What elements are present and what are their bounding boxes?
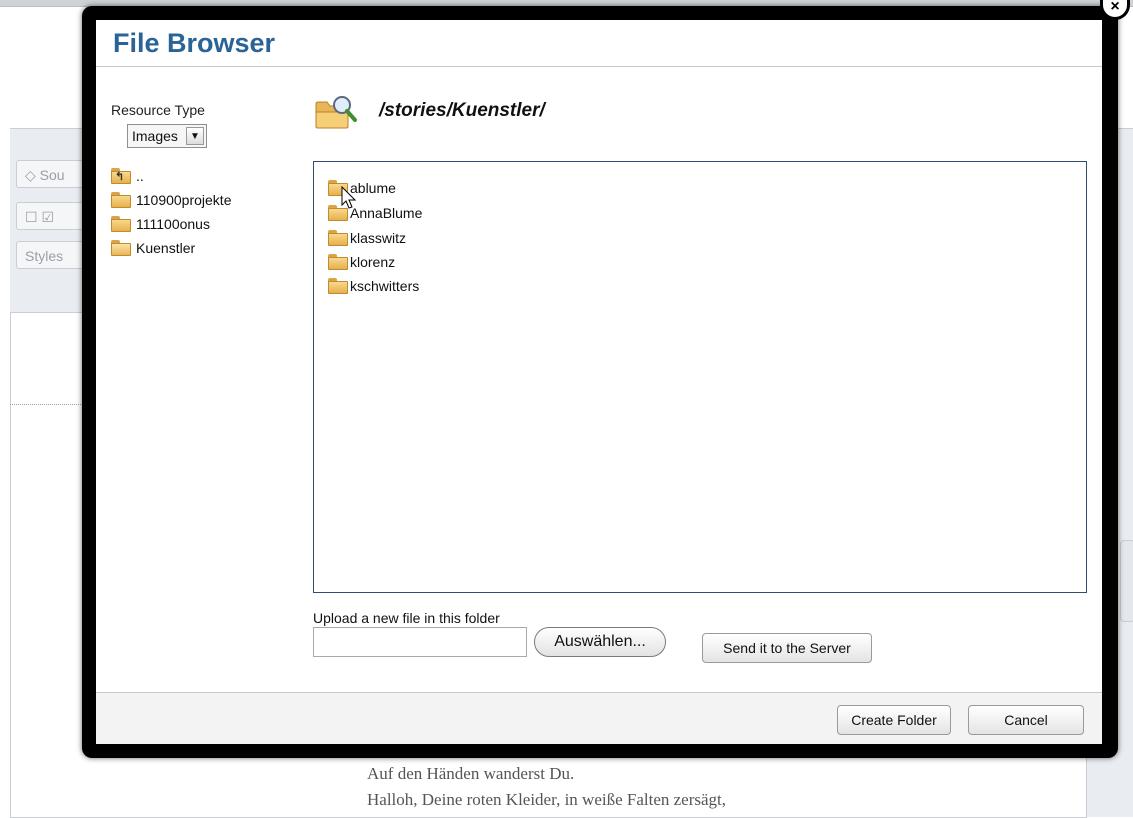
background-source-label: Sou — [39, 167, 65, 183]
folder-icon — [111, 192, 131, 208]
resource-type-select[interactable]: Images ▼ — [127, 124, 207, 148]
folder-icon — [111, 216, 131, 232]
tree-item-label: 110900projekte — [136, 192, 232, 208]
folder-tree: ↰ .. 110900projekte 111100onus Kuenstler — [111, 164, 231, 260]
tree-item-110900projekte[interactable]: 110900projekte — [111, 188, 231, 212]
tree-item-label: .. — [136, 168, 144, 184]
background-text-line: Halloh, Deine roten Kleider, in weiße Fa… — [367, 790, 727, 809]
folder-icon — [328, 278, 348, 294]
background-source-button[interactable]: ◇ Sou — [16, 160, 86, 188]
file-item-label: klorenz — [350, 254, 396, 270]
background-divider — [10, 404, 85, 405]
file-list[interactable]: ablume AnnaBlume klasswitz klorenz kschw… — [313, 161, 1087, 593]
folder-open-icon — [111, 240, 131, 256]
file-item-klorenz[interactable]: klorenz — [328, 250, 395, 274]
folder-up-icon: ↰ — [111, 168, 131, 184]
chevron-down-icon[interactable]: ▼ — [186, 127, 204, 145]
dialog-title: File Browser — [113, 28, 276, 58]
upload-label: Upload a new file in this folder — [313, 610, 500, 626]
dialog-footer — [96, 693, 1102, 744]
file-item-label: klasswitz — [350, 230, 407, 246]
file-browser-dialog: File Browser Resource Type Images ▼ ↰ ..… — [96, 20, 1102, 744]
mouse-cursor-icon — [341, 186, 357, 209]
tree-item-label: Kuenstler — [136, 240, 196, 256]
upload-file-field[interactable] — [313, 627, 527, 657]
resource-type-value: Images — [132, 128, 178, 144]
current-path: /stories/Kuenstler/ — [379, 100, 545, 121]
tree-item-111100onus[interactable]: 111100onus — [111, 212, 231, 236]
file-item-klasswitz[interactable]: klasswitz — [328, 226, 406, 250]
tree-item-kuenstler[interactable]: Kuenstler — [111, 236, 231, 260]
cancel-button[interactable]: Cancel — [968, 705, 1084, 735]
folder-icon — [328, 230, 348, 246]
choose-file-button[interactable]: Auswählen... — [534, 627, 666, 657]
folder-search-icon — [315, 96, 357, 129]
background-scrollbar[interactable] — [1120, 540, 1133, 622]
create-folder-button[interactable]: Create Folder — [837, 705, 951, 735]
send-to-server-button[interactable]: Send it to the Server — [702, 633, 872, 663]
background-styles-dropdown[interactable]: Styles — [16, 241, 86, 269]
folder-icon — [328, 254, 348, 270]
background-check-buttons[interactable]: ☐ ☑ — [16, 202, 86, 230]
file-item-label: kschwitters — [350, 278, 420, 294]
background-text-line: Auf den Händen wanderst Du. — [367, 764, 575, 783]
tree-item-parent[interactable]: ↰ .. — [111, 164, 231, 188]
resource-type-label: Resource Type — [111, 102, 205, 118]
file-item-kschwitters[interactable]: kschwitters — [328, 274, 419, 298]
background-styles-label: Styles — [25, 248, 64, 264]
title-divider — [96, 66, 1102, 67]
file-item-ablume[interactable]: ablume — [328, 176, 396, 200]
file-item-label: AnnaBlume — [350, 205, 423, 221]
tree-item-label: 111100onus — [136, 216, 210, 232]
